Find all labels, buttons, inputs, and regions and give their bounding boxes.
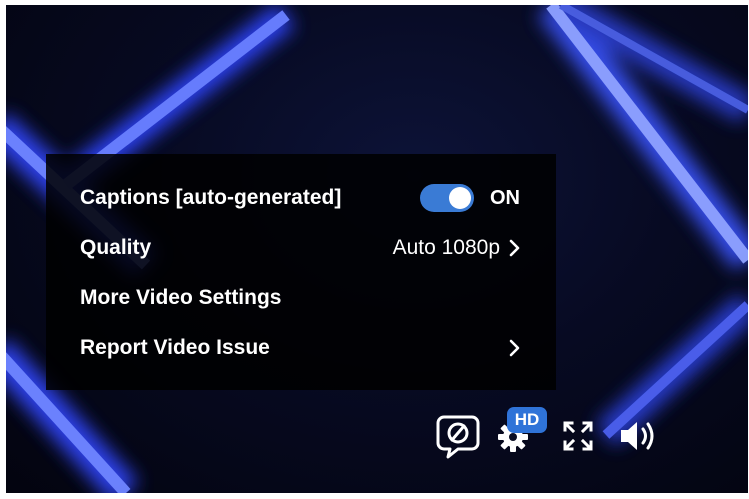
quality-label: Quality bbox=[80, 236, 152, 259]
quality-value-group: Auto 1080p bbox=[393, 236, 520, 260]
captions-state: ON bbox=[490, 186, 520, 209]
hd-badge: HD bbox=[507, 407, 547, 433]
captions-toggle[interactable] bbox=[420, 184, 474, 212]
more-settings-label: More Video Settings bbox=[80, 286, 282, 309]
chevron-right-icon bbox=[509, 239, 520, 257]
quality-value: Auto 1080p bbox=[392, 236, 500, 259]
report-chevron-group bbox=[500, 339, 520, 357]
more-video-settings-row[interactable]: More Video Settings bbox=[80, 280, 520, 316]
fullscreen-icon[interactable] bbox=[562, 420, 594, 452]
captions-toggle-group[interactable]: ON bbox=[420, 184, 520, 212]
quality-row[interactable]: Quality Auto 1080p bbox=[80, 230, 520, 266]
volume-icon[interactable] bbox=[618, 418, 662, 454]
captions-off-icon[interactable] bbox=[436, 413, 482, 459]
captions-label: Captions [auto-generated] bbox=[80, 186, 342, 209]
chevron-right-icon bbox=[509, 339, 520, 357]
toggle-knob bbox=[449, 187, 471, 209]
report-issue-label: Report Video Issue bbox=[80, 336, 270, 359]
report-video-issue-row[interactable]: Report Video Issue bbox=[80, 330, 520, 366]
captions-row[interactable]: Captions [auto-generated] ON bbox=[80, 180, 520, 216]
